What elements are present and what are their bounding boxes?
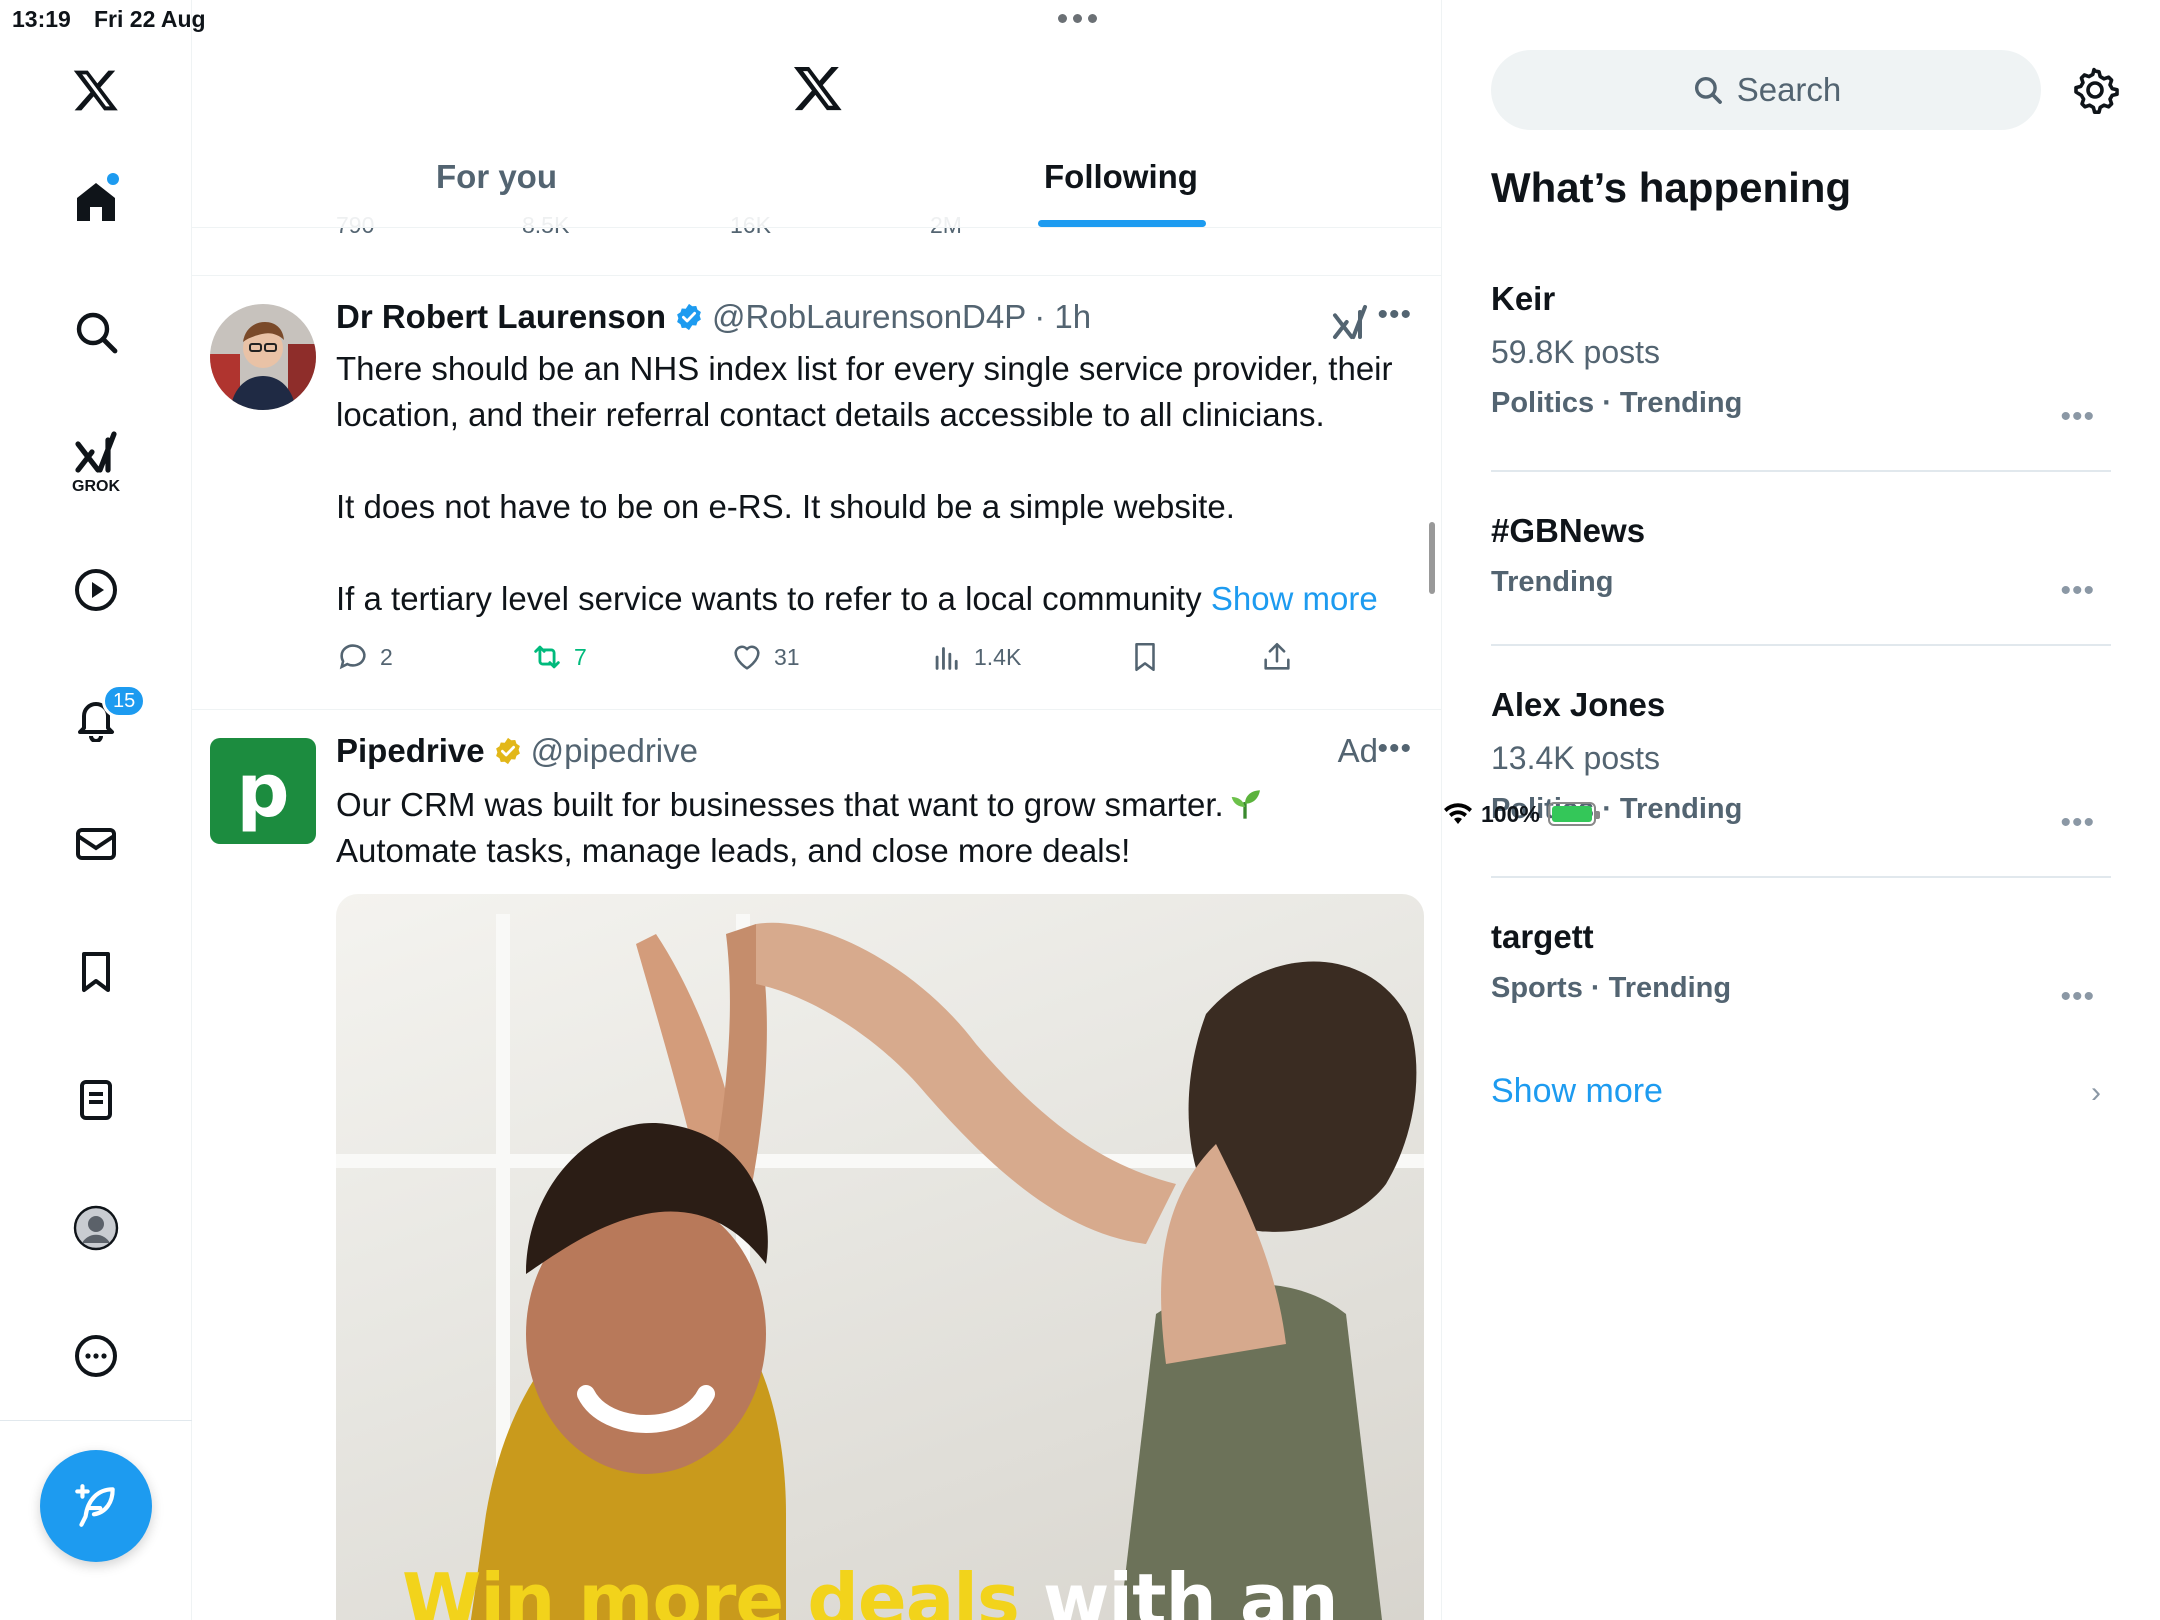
share-icon <box>1264 642 1290 670</box>
tweet-text-paragraph-2: It does not have to be on e-RS. It shoul… <box>336 488 1235 525</box>
bookmark-button[interactable] <box>1128 640 1162 674</box>
repost-icon <box>534 645 560 669</box>
seedling-icon <box>1231 790 1260 819</box>
tweet-more-menu-icon[interactable]: ••• <box>1377 732 1412 766</box>
ad-media-image[interactable]: Win more deals with an <box>336 894 1424 1620</box>
battery-icon <box>1547 802 1600 826</box>
ad-label: Ad <box>1337 732 1378 769</box>
tweet-header: Pipedrive @pipedrive <box>336 732 698 770</box>
reply-icon <box>339 644 366 670</box>
verified-badge-icon <box>677 303 701 331</box>
ad-tweet-card[interactable]: p Pipedrive @pipedrive Ad ••• Our CRM wa… <box>192 710 1441 1620</box>
x-logo-icon[interactable] <box>48 42 144 138</box>
view-count: 1.4K <box>974 643 1022 670</box>
ad-text-line-1-body: Our CRM was built for businesses that wa… <box>336 786 1224 823</box>
timeline-column: For you Following 790 8.5K 16K 2M Dr Rob… <box>192 0 1442 1620</box>
ad-text-line-1: Our CRM was built for businesses that wa… <box>336 782 1406 828</box>
lists-svg <box>80 1080 112 1120</box>
video-svg <box>75 569 117 611</box>
status-bar: 13:19 Fri 22 Aug 100% <box>0 0 2160 827</box>
grok-explain-icon[interactable] <box>1330 302 1370 342</box>
tweet-text-paragraph-1: There should be an NHS index list for ev… <box>336 350 1393 433</box>
battery-percent: 100% <box>1481 800 1540 827</box>
share-button[interactable] <box>1260 640 1294 674</box>
tweet-text-paragraph-3-body: If a tertiary level service wants to ref… <box>336 580 1202 617</box>
ad-caption-highlight: Win more deals <box>402 1558 1020 1620</box>
high-five-photo <box>336 914 1424 1620</box>
tweet-text: Our CRM was built for businesses that wa… <box>336 782 1406 874</box>
x-logo-svg <box>73 70 118 111</box>
profile-svg <box>73 1205 119 1251</box>
ad-caption-rest: with an <box>1018 1558 1339 1620</box>
lists-icon[interactable] <box>48 1052 144 1148</box>
tweet-header: Dr Robert Laurenson @RobLaurensonD4P · 1… <box>336 298 1091 336</box>
author-avatar[interactable] <box>210 304 316 410</box>
compose-post-button[interactable] <box>40 1450 152 1562</box>
views-button[interactable]: 1.4K <box>930 640 1021 674</box>
x-header-logo-icon[interactable] <box>792 62 844 119</box>
bookmarks-icon[interactable] <box>48 924 144 1020</box>
tweet-card[interactable]: Dr Robert Laurenson @RobLaurensonD4P · 1… <box>192 276 1441 710</box>
author-name[interactable]: Dr Robert Laurenson <box>336 298 666 336</box>
views-bar-icon <box>935 647 958 670</box>
active-tab-indicator <box>1038 220 1206 227</box>
messages-mail-icon[interactable] <box>48 796 144 892</box>
scrollbar[interactable] <box>1429 522 1435 594</box>
repost-count: 7 <box>574 643 587 670</box>
more-svg <box>75 1335 117 1377</box>
tweet-time[interactable]: · 1h <box>1034 298 1091 336</box>
home-icon[interactable] <box>48 154 144 250</box>
multitasking-dots[interactable] <box>1058 14 1097 23</box>
show-more-link[interactable]: Show more <box>1211 580 1378 617</box>
grok-svg <box>75 431 117 473</box>
tweet-text: There should be an NHS index list for ev… <box>336 346 1406 622</box>
bookmark-svg <box>82 952 110 992</box>
tweet-actions: 2 7 31 1.4K <box>336 640 1336 680</box>
ad-image-caption: Win more deals with an <box>402 1558 1339 1620</box>
repost-button[interactable]: 7 <box>530 640 587 674</box>
profile-avatar-icon[interactable] <box>48 1180 144 1276</box>
left-nav: GROK 15 <box>0 0 192 1620</box>
nav-divider <box>0 1420 192 1421</box>
reply-count: 2 <box>380 643 393 670</box>
ad-text-line-2: Automate tasks, manage leads, and close … <box>336 832 1131 869</box>
tab-for-you[interactable]: For you <box>436 158 557 196</box>
mail-svg <box>76 828 116 860</box>
home-svg <box>77 183 115 221</box>
like-count: 31 <box>774 643 800 670</box>
home-unread-dot <box>107 173 119 185</box>
like-button[interactable]: 31 <box>730 640 800 674</box>
wifi-icon <box>1444 803 1472 824</box>
notifications-badge: 15 <box>102 684 147 718</box>
status-right: 100% <box>1443 4 2160 1620</box>
more-options-icon[interactable] <box>48 1308 144 1404</box>
author-handle[interactable]: @RobLaurensonD4P <box>712 298 1026 336</box>
tweet-more-menu-icon[interactable]: ••• <box>1377 298 1412 332</box>
author-handle[interactable]: @pipedrive <box>531 732 698 770</box>
tweet-text-paragraph-3: If a tertiary level service wants to ref… <box>336 576 1406 622</box>
search-icon[interactable] <box>48 284 144 380</box>
reply-button[interactable]: 2 <box>336 640 393 674</box>
status-date: Fri 22 Aug <box>94 6 206 32</box>
status-time: 13:19 <box>12 6 71 32</box>
pipedrive-avatar[interactable]: p <box>210 738 316 844</box>
author-name[interactable]: Pipedrive <box>336 732 485 770</box>
gold-verified-badge-icon <box>495 737 520 765</box>
grok-label: GROK <box>72 478 120 495</box>
video-icon[interactable] <box>48 542 144 638</box>
feather-plus-icon <box>75 1484 115 1527</box>
tab-following[interactable]: Following <box>1044 158 1198 196</box>
search-svg <box>76 312 118 354</box>
bookmark-icon <box>1135 642 1155 672</box>
heart-icon <box>734 645 760 670</box>
